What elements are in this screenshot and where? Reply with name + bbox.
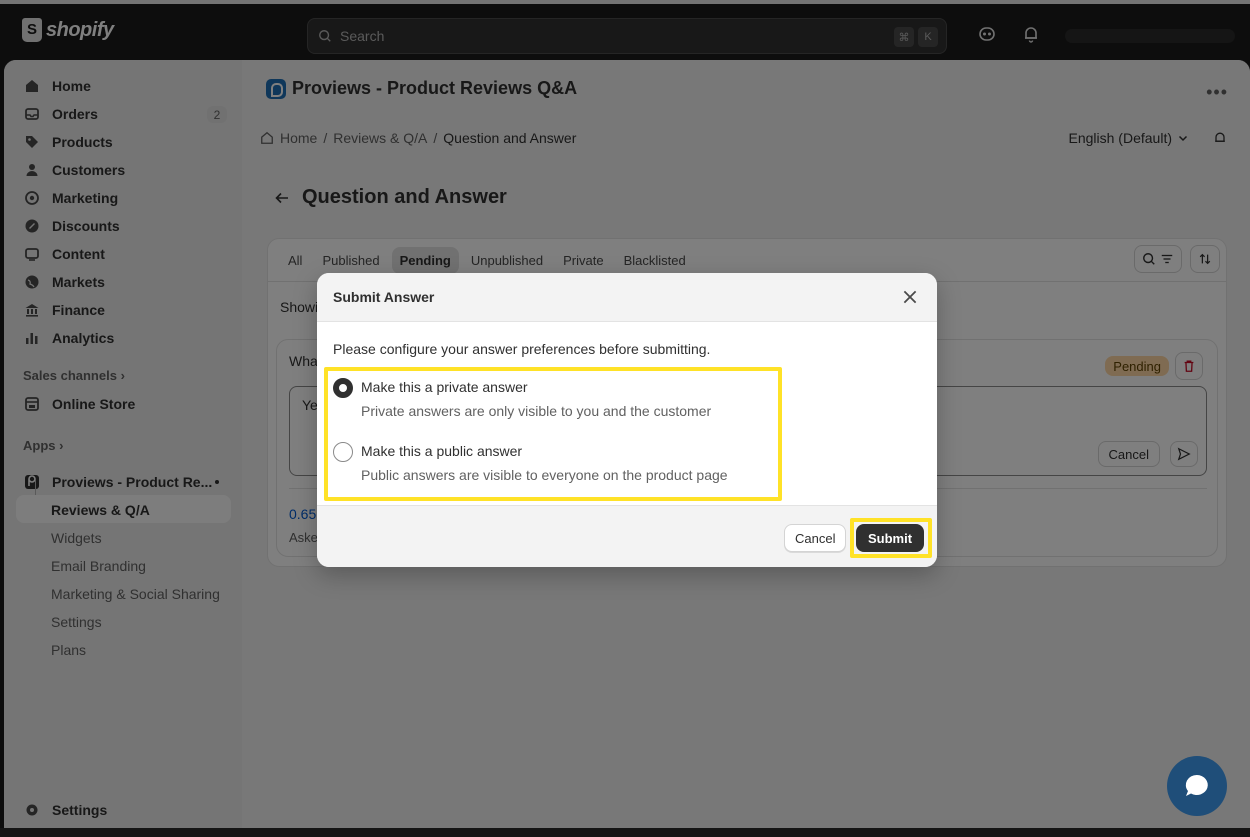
modal-title: Submit Answer [333, 289, 435, 305]
modal-intro-text: Please configure your answer preferences… [333, 341, 711, 357]
submit-answer-modal: Submit Answer Please configure your answ… [317, 273, 937, 567]
chat-bubble-icon [1185, 774, 1208, 796]
public-answer-help: Public answers are visible to everyone o… [361, 467, 728, 483]
private-answer-label[interactable]: Make this a private answer [361, 379, 528, 395]
modal-footer: Cancel Submit [317, 505, 937, 567]
public-answer-radio[interactable] [333, 442, 353, 462]
private-answer-help: Private answers are only visible to you … [361, 403, 712, 419]
cancel-button[interactable]: Cancel [784, 524, 847, 552]
modal-header: Submit Answer [317, 273, 937, 322]
private-answer-radio[interactable] [333, 378, 353, 398]
submit-button[interactable]: Submit [856, 524, 925, 552]
chat-launcher-button[interactable] [1167, 756, 1227, 816]
modal-body: Please configure your answer preferences… [317, 322, 937, 505]
public-answer-label[interactable]: Make this a public answer [361, 443, 522, 459]
close-icon[interactable] [901, 288, 919, 306]
